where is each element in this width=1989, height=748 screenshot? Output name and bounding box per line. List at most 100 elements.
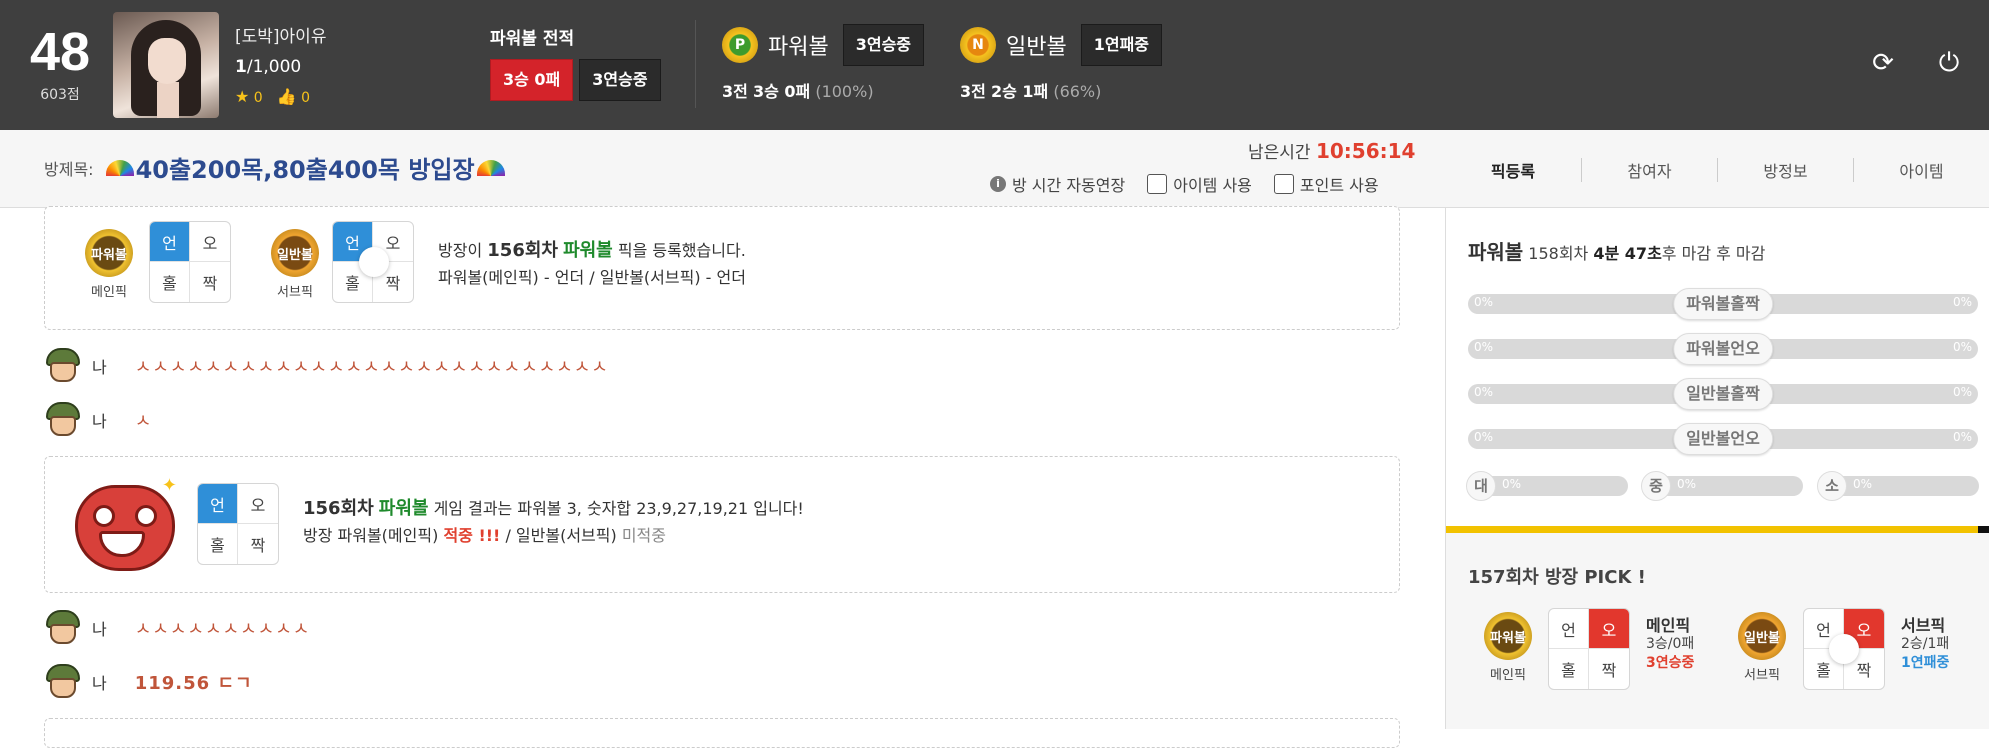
pick-over: 오 <box>190 222 230 262</box>
main-pick-grid: 언 오 홀 짝 <box>149 221 231 303</box>
chat-message: 나 119.56 ㄷㄱ <box>44 664 253 700</box>
result-grid: 언 오 홀 짝 <box>197 483 279 565</box>
result-announcement-card: ✦ 언 오 홀 짝 156회차 파워볼 게임 결과는 파워볼 3, 숫자합 23… <box>44 456 1400 593</box>
user-icons: ★ 0 👍 0 <box>235 87 326 106</box>
thumbs-up-icon: 👍 <box>276 87 297 106</box>
tab-items[interactable]: 아이템 <box>1853 158 1989 182</box>
avatar[interactable] <box>113 12 219 118</box>
use-item-checkbox[interactable] <box>1147 174 1168 194</box>
level-block: 48 603점 <box>20 22 100 104</box>
chat-area: 파워볼 메인픽 언 오 홀 짝 일반볼 서브픽 언 오 홀 짝 방장이 156회… <box>0 206 1445 748</box>
room-header: 방제목: 40출200목,80출400목 방입장 남은시간 10:56:14 i… <box>0 130 1989 208</box>
pick-over: 오 <box>1589 609 1629 649</box>
pick-odd: 홀 <box>150 262 190 302</box>
message-text: 119.56 ㄷㄱ <box>134 673 253 694</box>
result-text: 156회차 파워볼 게임 결과는 파워볼 3, 숫자합 23,9,27,19,2… <box>303 498 804 545</box>
user-rank: 1/1,000 <box>235 57 302 77</box>
normalball-badge-icon: 일반볼 <box>271 229 319 277</box>
result-under: 언 <box>198 484 238 524</box>
rainbow-icon <box>476 159 505 176</box>
use-point-option[interactable]: 포인트 사용 <box>1273 172 1379 196</box>
powerball-coin-icon: P <box>722 27 758 63</box>
record-title: 파워볼 전적 <box>490 29 575 49</box>
pick-announcement-text: 방장이 156회차 파워볼 픽을 등록했습니다. 파워볼(메인픽) - 언더 /… <box>438 240 746 287</box>
hit-label: 적중 !!! <box>443 526 501 545</box>
refresh-icon[interactable]: ⟳ <box>1868 48 1898 78</box>
divider <box>695 20 696 108</box>
result-over: 오 <box>238 484 278 524</box>
partial-card <box>44 718 1400 748</box>
chat-message: 나 ㅅㅅㅅㅅㅅㅅㅅㅅㅅㅅ <box>44 610 310 646</box>
soldier-avatar-icon <box>44 610 82 646</box>
size-bar-medium: 중 0% <box>1641 471 1803 501</box>
tab-pick-register[interactable]: 픽등록 <box>1445 158 1581 182</box>
pick-under: 언 <box>1549 609 1589 649</box>
normalball-badge-icon: 일반볼 <box>1738 612 1786 660</box>
normalball-summary: 3전 2승 1패 (66%) <box>960 82 1102 101</box>
use-item-option[interactable]: 아이템 사용 <box>1147 172 1252 196</box>
message-author: 나 <box>92 412 107 431</box>
level-number: 48 <box>29 22 91 82</box>
powerball-badge-icon: 파워볼 <box>85 229 133 277</box>
stat-bar-powerball-underover: 0% 파워볼언오 0% <box>1468 333 1978 365</box>
owner-pick-title: 157회차 방장 PICK ! <box>1468 567 1646 588</box>
auto-extend-option[interactable]: i 방 시간 자동연장 <box>990 172 1125 196</box>
user-info: [도박]아이유 1/1,000 ★ 0 👍 0 <box>235 22 326 106</box>
owner-main-pick-info: 메인픽 3승/0패 3연승중 <box>1646 616 1695 671</box>
message-author: 나 <box>92 674 107 693</box>
powerball-summary: 3전 3승 0패 (100%) <box>722 82 874 101</box>
power-icon[interactable]: ⏻ <box>1934 48 1964 78</box>
owner-main-pick-grid: 언 오 홀 짝 <box>1548 608 1630 690</box>
owner-sub-pick-info: 서브픽 2승/1패 1연패중 <box>1901 616 1950 671</box>
tab-participants[interactable]: 참여자 <box>1581 158 1717 182</box>
main-pick-caption: 메인픽 <box>91 285 127 300</box>
user-name: [도박]아이유 <box>235 27 327 47</box>
pick-even: 짝 <box>1601 661 1617 680</box>
result-odd: 홀 <box>198 524 238 564</box>
level-points: 603점 <box>40 87 80 103</box>
normalball-stat: N 일반볼 1연패중 3전 2승 1패 (66%) <box>960 24 1163 102</box>
right-panel: 파워볼 158회차 4분 47초후 마감 후 마감 0% 파워볼홀짝 0% 0%… <box>1445 208 1989 729</box>
normalball-name: 일반볼 <box>1006 35 1067 60</box>
pick-odd: 홀 <box>1549 649 1589 689</box>
message-text: ㅅㅅㅅㅅㅅㅅㅅㅅㅅㅅ <box>134 619 311 640</box>
normalball-coin-icon: N <box>960 27 996 63</box>
pick-stats-panel: 파워볼 158회차 4분 47초후 마감 후 마감 0% 파워볼홀짝 0% 0%… <box>1446 208 1989 526</box>
round-countdown: 파워볼 158회차 4분 47초후 마감 후 마감 <box>1468 240 1766 264</box>
sub-pick-caption: 서브픽 <box>1744 668 1780 683</box>
pick-under: 언 <box>150 222 190 262</box>
powerball-name: 파워볼 <box>768 35 829 60</box>
stat-bar-normalball-underover: 0% 일반볼언오 0% <box>1468 423 1978 455</box>
room-title-label: 방제목: <box>44 159 94 179</box>
like-count: 0 <box>301 90 311 106</box>
info-icon: i <box>990 176 1006 192</box>
message-author: 나 <box>92 358 107 377</box>
room-title-text: 40출200목,80출400목 방입장 <box>135 156 475 184</box>
time-left: 남은시간 10:56:14 <box>1248 139 1416 163</box>
room-title: 방제목: 40출200목,80출400목 방입장 <box>44 150 507 185</box>
sub-pick-caption: 서브픽 <box>277 285 313 300</box>
soldier-avatar-icon <box>44 664 82 700</box>
result-even: 짝 <box>250 536 266 555</box>
stat-bar-powerball-oddeven: 0% 파워볼홀짝 0% <box>1468 288 1978 320</box>
top-bar: 48 603점 [도박]아이유 1/1,000 ★ 0 👍 0 파워볼 전적 3… <box>0 0 1989 130</box>
chat-message: 나 ㅅ <box>44 402 152 438</box>
pick-even: 짝 <box>202 274 218 293</box>
soldier-avatar-icon <box>44 348 82 384</box>
record-streak-badge: 3연승중 <box>579 59 661 101</box>
room-options: i 방 시간 자동연장 아이템 사용 포인트 사용 <box>990 172 1379 196</box>
miss-label: 미적중 <box>621 526 666 545</box>
use-point-checkbox[interactable] <box>1273 174 1294 194</box>
message-text: ㅅㅅㅅㅅㅅㅅㅅㅅㅅㅅㅅㅅㅅㅅㅅㅅㅅㅅㅅㅅㅅㅅㅅㅅㅅㅅㅅ <box>134 357 609 378</box>
rainbow-icon <box>105 159 134 176</box>
main-pick-caption: 메인픽 <box>1490 668 1526 683</box>
star-count: 0 <box>253 90 263 106</box>
soldier-avatar-icon <box>44 402 82 438</box>
powerball-stat: P 파워볼 3연승중 3전 3승 0패 (100%) <box>722 24 925 102</box>
size-bar-large: 대 0% <box>1466 471 1628 501</box>
pick-announcement-card: 파워볼 메인픽 언 오 홀 짝 일반볼 서브픽 언 오 홀 짝 방장이 156회… <box>44 206 1400 330</box>
powerball-record: 파워볼 전적 3승 0패 3연승중 <box>490 24 661 101</box>
tab-room-info[interactable]: 방정보 <box>1717 158 1853 182</box>
powerball-streak-badge: 3연승중 <box>842 24 925 66</box>
progress-divider <box>1446 526 1989 533</box>
